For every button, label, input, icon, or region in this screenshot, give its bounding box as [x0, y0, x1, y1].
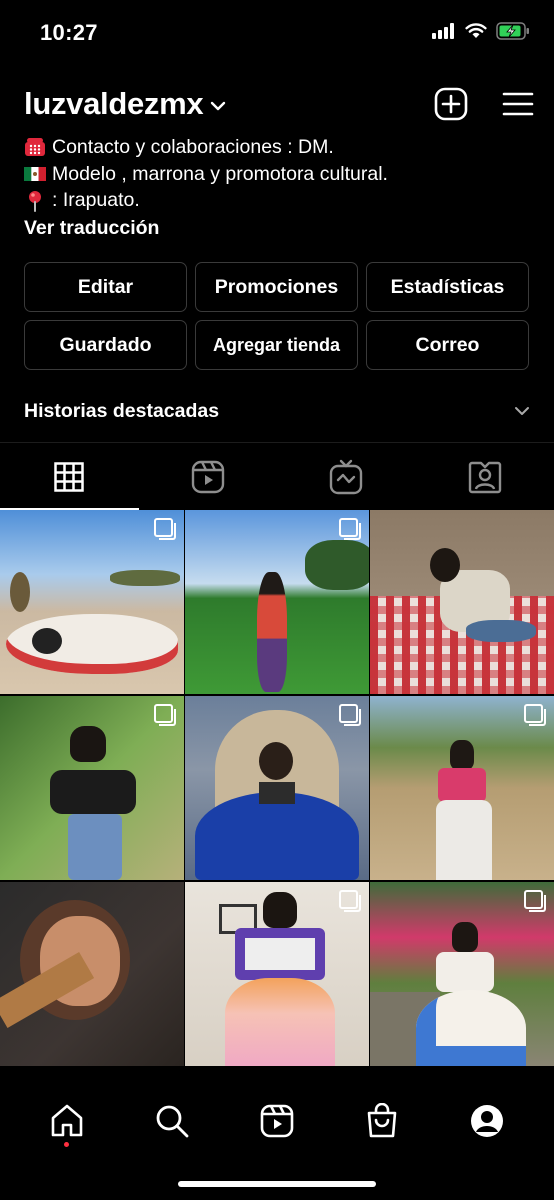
story-highlights-label: Historias destacadas: [24, 399, 220, 422]
chevron-down-icon: [515, 407, 529, 415]
nav-shop[interactable]: [352, 1096, 412, 1146]
post-thumbnail[interactable]: [0, 882, 184, 1066]
menu-icon[interactable]: [502, 91, 534, 117]
post-thumbnail[interactable]: [185, 882, 369, 1066]
profile-header: luzvaldezmx: [24, 82, 534, 126]
nav-home[interactable]: [37, 1096, 97, 1147]
igtv-icon: [330, 459, 363, 494]
tab-posts-grid[interactable]: [0, 443, 139, 510]
post-thumbnail[interactable]: [370, 696, 554, 880]
pin-icon: [24, 190, 46, 213]
multiple-posts-icon: [154, 704, 176, 726]
story-highlights-toggle[interactable]: Historias destacadas: [24, 394, 530, 428]
mexico-flag-icon: [24, 164, 46, 184]
insights-button[interactable]: Estadísticas: [366, 262, 529, 312]
nav-profile[interactable]: [457, 1096, 517, 1146]
cellular-signal-icon: [432, 23, 454, 39]
home-icon: [51, 1104, 82, 1137]
create-post-icon[interactable]: [434, 87, 468, 121]
see-translation-link[interactable]: Ver traducción: [24, 215, 534, 242]
bio: Contacto y colaboraciones : DM. Modelo ,…: [24, 134, 534, 241]
saved-button[interactable]: Guardado: [24, 320, 187, 370]
tab-tagged[interactable]: [416, 443, 554, 510]
reels-icon: [191, 460, 224, 493]
promotions-button[interactable]: Promociones: [195, 262, 358, 312]
bio-line-role: Modelo , marrona y promotora cultural.: [24, 161, 534, 188]
profile-action-buttons: Editar Promociones Estadísticas Guardado…: [24, 262, 530, 370]
battery-charging-icon: [496, 22, 529, 40]
bio-line-contact: Contacto y colaboraciones : DM.: [24, 134, 534, 161]
search-icon: [156, 1105, 189, 1138]
post-thumbnail[interactable]: [370, 510, 554, 694]
bio-text-location: : Irapuato.: [52, 189, 140, 211]
profile-tabs: [0, 442, 554, 510]
status-time: 10:27: [40, 20, 98, 45]
multiple-posts-icon: [339, 518, 361, 540]
chevron-down-icon[interactable]: [209, 100, 227, 112]
profile-icon: [471, 1105, 504, 1137]
telephone-icon: [24, 137, 46, 157]
post-thumbnail[interactable]: [0, 696, 184, 880]
shop-icon: [367, 1103, 397, 1138]
reels-icon: [260, 1104, 294, 1138]
multiple-posts-icon: [524, 704, 546, 726]
email-button[interactable]: Correo: [366, 320, 529, 370]
nav-search[interactable]: [142, 1096, 202, 1146]
status-icons: [432, 22, 530, 40]
header-actions: [434, 87, 534, 121]
nav-reels[interactable]: [247, 1096, 307, 1146]
post-thumbnail[interactable]: [185, 696, 369, 880]
tab-reels[interactable]: [139, 443, 278, 510]
home-indicator[interactable]: [178, 1181, 376, 1187]
bio-text-contact: Contacto y colaboraciones : DM.: [52, 136, 334, 158]
multiple-posts-icon: [154, 518, 176, 540]
post-thumbnail[interactable]: [0, 510, 184, 694]
tab-igtv[interactable]: [277, 443, 416, 510]
bio-text-role: Modelo , marrona y promotora cultural.: [52, 162, 388, 185]
bio-line-location: : Irapuato.: [24, 187, 534, 214]
status-bar: 10:27: [0, 0, 554, 68]
tagged-icon: [468, 461, 501, 493]
post-thumbnail[interactable]: [185, 510, 369, 694]
multiple-posts-icon: [339, 890, 361, 912]
multiple-posts-icon: [524, 890, 546, 912]
post-thumbnail[interactable]: [370, 882, 554, 1066]
edit-profile-button[interactable]: Editar: [24, 262, 187, 312]
notification-dot: [63, 1142, 69, 1147]
grid-icon: [54, 461, 84, 492]
multiple-posts-icon: [339, 704, 361, 726]
posts-grid: [0, 510, 554, 1078]
username[interactable]: luzvaldezmx: [24, 86, 204, 122]
wifi-icon: [465, 23, 487, 38]
add-shop-button[interactable]: Agregar tienda: [195, 320, 358, 370]
